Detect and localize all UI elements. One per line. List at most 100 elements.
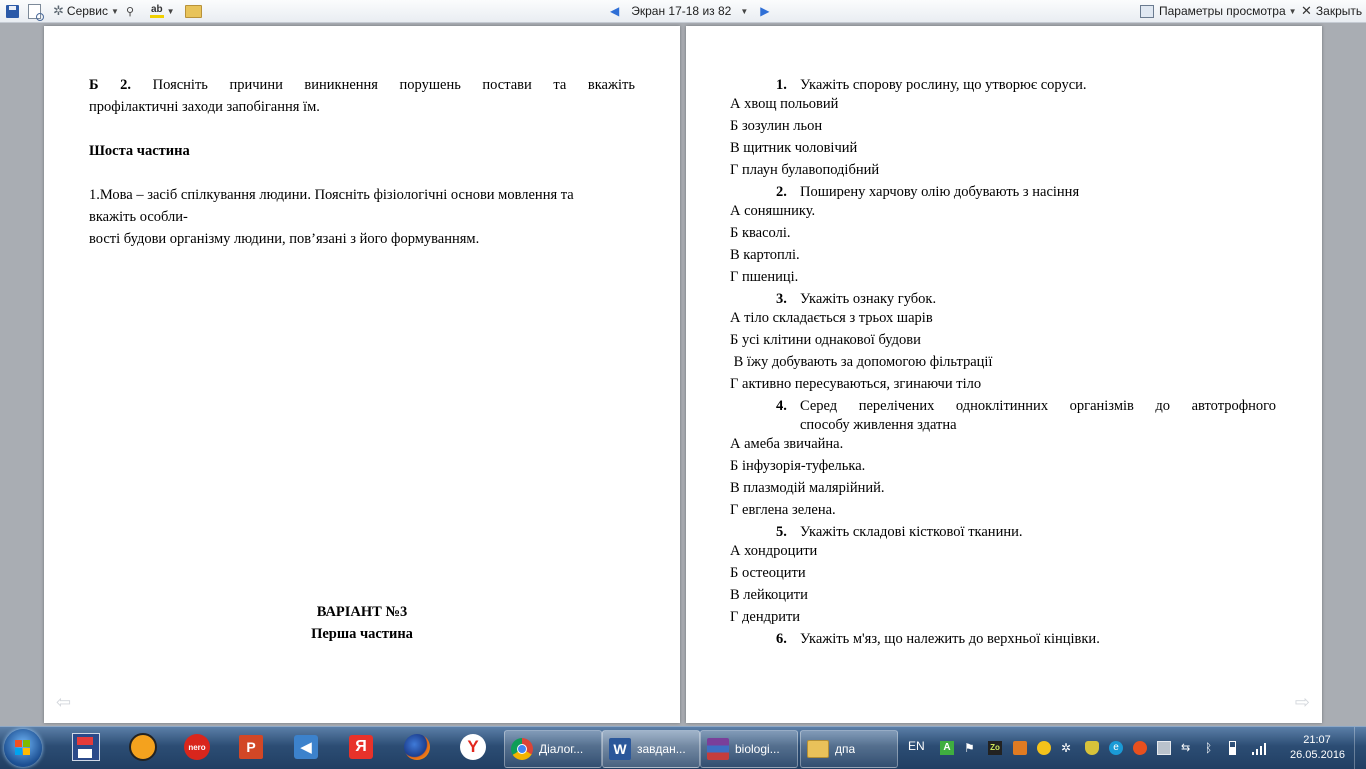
next-page-arrow-icon[interactable]: ⇨ xyxy=(1295,692,1310,713)
windows-logo-icon xyxy=(15,740,31,756)
language-indicator[interactable]: EN xyxy=(908,739,925,753)
comments-button[interactable] xyxy=(185,3,202,19)
tools-icon: ✲ xyxy=(53,3,64,18)
screen-navigator: ◀ Экран 17-18 из 82 ▼ ▶ xyxy=(610,3,770,19)
question-number: 5. xyxy=(776,524,787,540)
windows-taskbar: nero P ◀ Я Y Діалог... W завдан... biolo… xyxy=(0,726,1366,769)
signal-strength-icon[interactable] xyxy=(1252,741,1268,755)
reading-toolbar: ✲ Сервис ▼ ⚲ ab ▼ ◀ Экран 17-18 из 82 ▼ … xyxy=(0,0,1366,23)
document-page-left: Б 2. Поясніть причини виникнення порушен… xyxy=(44,26,680,723)
task-label: завдан... xyxy=(637,742,686,756)
chevron-down-icon: ▼ xyxy=(1288,6,1297,16)
folder-icon xyxy=(807,740,829,758)
tray-network-icon[interactable]: ⇆ xyxy=(1181,741,1195,755)
essay-line-3: вості будови організму людини, пов’язані… xyxy=(89,231,480,247)
chrome-icon xyxy=(511,738,533,760)
chevron-down-icon: ▼ xyxy=(166,6,175,16)
pinned-yandex-app[interactable]: Я xyxy=(346,732,376,762)
print-preview-button[interactable] xyxy=(28,3,44,21)
tray-e-icon[interactable]: e xyxy=(1109,741,1123,755)
bluetooth-icon[interactable]: ᛒ xyxy=(1205,741,1219,755)
close-button[interactable]: ✕ Закрыть xyxy=(1301,3,1362,19)
answer-option: Б квасолі. xyxy=(730,225,791,241)
tray-orange-icon[interactable] xyxy=(1013,741,1027,755)
tray-monitor-icon[interactable] xyxy=(1157,741,1171,755)
document-page-right: 1. Укажіть спорову рослину, що утворює с… xyxy=(686,26,1322,723)
pinned-firefox-app[interactable] xyxy=(402,732,432,762)
question-b2-label: Б 2. xyxy=(89,77,132,93)
clock-date: 26.05.2016 xyxy=(1290,749,1346,761)
clock-time: 21:07 xyxy=(1303,734,1331,746)
chevron-down-icon[interactable]: ▼ xyxy=(740,7,748,16)
pinned-powerpoint-app[interactable]: P xyxy=(236,732,266,762)
tools-menu[interactable]: ✲ Сервис ▼ xyxy=(53,3,119,19)
question-number: 1. xyxy=(776,77,787,93)
question-b2-line2: профілактичні заходи запобігання їм. xyxy=(89,99,320,115)
word-icon: W xyxy=(609,738,631,760)
view-options-menu[interactable]: Параметры просмотра ▼ xyxy=(1140,3,1297,19)
answer-option: Г активно пересуваються, згинаючи тіло xyxy=(730,376,982,392)
tray-a-icon[interactable]: A xyxy=(940,741,954,755)
task-word-document[interactable]: W завдан... xyxy=(602,730,700,768)
question-number: 6. xyxy=(776,631,787,647)
answer-option: Г плаун булавоподібний xyxy=(730,162,880,178)
answer-option: В плазмодій малярійний. xyxy=(730,480,885,496)
previous-screen-button[interactable]: ◀ xyxy=(610,4,619,18)
view-options-icon xyxy=(1140,4,1154,18)
tray-tools-icon[interactable]: ✲ xyxy=(1061,741,1075,755)
start-button[interactable] xyxy=(4,729,42,767)
tray-radiation-icon[interactable] xyxy=(1037,741,1051,755)
battery-icon[interactable] xyxy=(1229,741,1236,755)
save-button[interactable] xyxy=(6,3,19,19)
answer-option: А тіло складається з трьох шарів xyxy=(730,310,933,326)
tools-label: Сервис xyxy=(66,4,108,18)
answer-option: Г дендрити xyxy=(730,609,801,625)
yandex-browser-icon: Y xyxy=(460,734,486,760)
answer-option: Б усі клітини однакової будови xyxy=(730,332,921,348)
tray-shield-icon[interactable] xyxy=(1085,741,1099,755)
nero-icon: nero xyxy=(184,734,210,760)
question-text: Поширену харчову олію добувають з насінн… xyxy=(800,184,1080,200)
question-text: Укажіть ознаку губок. xyxy=(800,291,937,307)
powerpoint-icon: P xyxy=(239,735,263,759)
pinned-aimp-app[interactable] xyxy=(128,732,158,762)
save-icon xyxy=(6,4,19,18)
print-preview-icon xyxy=(28,3,44,21)
task-label: Діалог... xyxy=(539,742,584,756)
variant-title: ВАРІАНТ №3 xyxy=(316,604,408,620)
screen-counter[interactable]: Экран 17-18 из 82 xyxy=(631,4,731,18)
task-explorer-folder[interactable]: дпа xyxy=(800,730,898,768)
action-center-flag-icon[interactable]: ⚑ xyxy=(964,741,978,755)
task-chrome-dialog[interactable]: Діалог... xyxy=(504,730,602,768)
question-text-continued: способу живлення здатна xyxy=(800,417,957,433)
pinned-yandex-browser-app[interactable]: Y xyxy=(458,732,488,762)
tray-zona-icon[interactable]: Zo xyxy=(988,741,1002,755)
tray-flash-icon[interactable] xyxy=(1133,741,1147,755)
answer-option: В їжу добувають за допомогою фільтрації xyxy=(730,354,993,370)
answer-option: В картоплі. xyxy=(730,247,800,263)
chevron-down-icon: ▼ xyxy=(111,6,119,16)
system-clock[interactable]: 21:07 26.05.2016 xyxy=(1290,733,1346,763)
next-screen-button[interactable]: ▶ xyxy=(760,4,769,18)
essay-line-2: вкажіть особли- xyxy=(89,209,188,225)
show-desktop-button[interactable] xyxy=(1354,727,1366,769)
question-text: Укажіть складові кісткової тканини. xyxy=(800,524,1023,540)
pinned-save-app[interactable] xyxy=(71,732,101,762)
pinned-volume-app[interactable]: ◀ xyxy=(291,732,321,762)
answer-option: Б зозулин льон xyxy=(730,118,823,134)
question-number: 3. xyxy=(776,291,787,307)
answer-option: Г пшениці. xyxy=(730,269,799,285)
section-heading-six: Шоста частина xyxy=(89,143,190,159)
task-winrar-archive[interactable]: biologi... xyxy=(700,730,798,768)
task-label: дпа xyxy=(835,742,856,756)
answer-option: А хвощ польовий xyxy=(730,96,839,112)
highlight-button[interactable]: ab ▼ xyxy=(150,3,175,19)
pinned-nero-app[interactable]: nero xyxy=(182,732,212,762)
question-text: Серед перелічених одноклітинних організм… xyxy=(800,398,1276,414)
question-text: Укажіть м'яз, що належить до верхньої кі… xyxy=(800,631,1100,647)
folder-icon xyxy=(185,4,202,18)
research-button[interactable]: ⚲ xyxy=(126,3,134,19)
yandex-icon: Я xyxy=(349,735,373,759)
previous-page-arrow-icon[interactable]: ⇦ xyxy=(56,692,71,713)
floppy-disk-icon xyxy=(72,733,100,761)
